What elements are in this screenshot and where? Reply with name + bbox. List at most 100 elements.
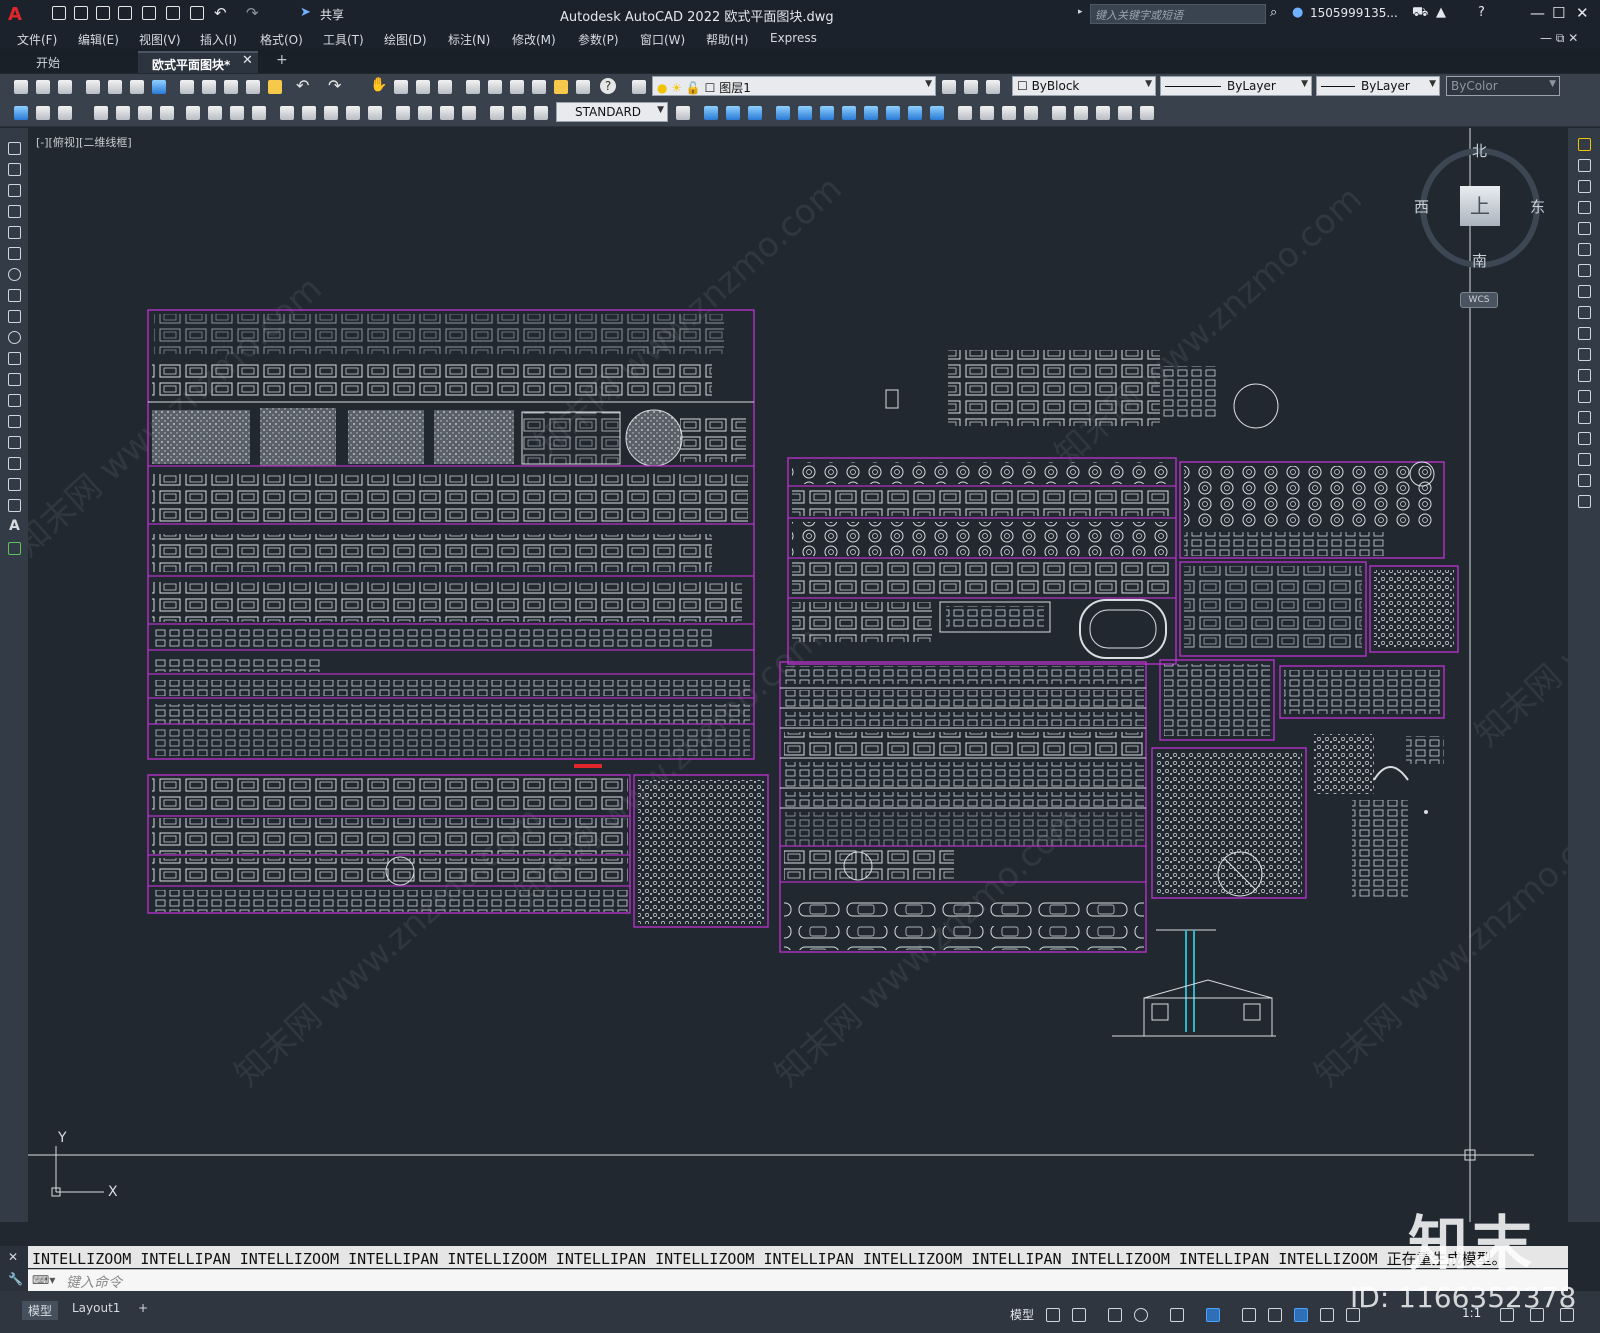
viewport-controls-label[interactable]: [-][俯视][二维线框] (36, 134, 132, 150)
help-icon[interactable]: ? (600, 78, 616, 94)
save-icon[interactable] (96, 6, 110, 20)
make-block-icon[interactable] (8, 394, 21, 407)
command-prompt-icon[interactable]: ⌨▾ (32, 1273, 55, 1287)
arc-icon[interactable] (8, 247, 21, 260)
zoom-realtime-icon[interactable] (394, 80, 408, 94)
layer-previous-icon[interactable] (964, 80, 978, 94)
workspace-icon[interactable] (14, 106, 28, 120)
autocad-logo-icon[interactable]: A (8, 4, 22, 25)
search-expand-icon[interactable]: ▸ (1078, 7, 1083, 17)
object-snap-icon[interactable] (1206, 1308, 1220, 1322)
dimension-style-dropdown[interactable]: STANDARD ▼ (556, 102, 668, 122)
share-button[interactable]: 共享 (320, 6, 344, 23)
dimension-break-icon[interactable] (368, 106, 382, 120)
new-icon[interactable] (14, 80, 28, 94)
explode-icon[interactable] (1578, 495, 1591, 508)
linetype-dropdown[interactable]: ByLayer ▼ (1160, 76, 1312, 96)
dimension-edit-icon[interactable] (490, 106, 504, 120)
isometric-icon[interactable] (1170, 1308, 1184, 1322)
wcs-menu[interactable]: WCS (1460, 292, 1498, 308)
menu-express[interactable]: Express (770, 31, 817, 45)
appliance-block-group[interactable] (779, 661, 1147, 953)
hatch-icon[interactable] (8, 436, 21, 449)
close-icon[interactable]: ✕ (8, 1250, 18, 1264)
block-editor-icon[interactable] (268, 80, 282, 94)
copy-icon[interactable] (202, 80, 216, 94)
user-icon[interactable]: ● (1292, 5, 1303, 20)
doc-window-controls[interactable]: — ⧉ ✕ (1540, 31, 1578, 46)
cart-icon[interactable]: ⛟ (1412, 5, 1428, 22)
point-icon[interactable] (8, 415, 21, 428)
layer-dropdown[interactable]: ● ☀ 🔓 ☐ 图层1 ▼ (652, 76, 936, 96)
sheet-set-icon[interactable] (532, 80, 546, 94)
publish-icon[interactable] (130, 80, 144, 94)
rotate-icon[interactable] (1578, 264, 1591, 277)
stretch-icon[interactable] (1578, 306, 1591, 319)
model-space-toggle[interactable]: 模型 (1010, 1306, 1034, 1323)
menu-dimension[interactable]: 标注(N) (448, 31, 490, 48)
properties-icon[interactable] (466, 80, 480, 94)
revision-cloud-icon[interactable] (8, 289, 21, 302)
polygon-icon[interactable] (8, 205, 21, 218)
extend-icon[interactable] (908, 106, 922, 120)
compass-west[interactable]: 西 (1414, 196, 1429, 217)
xref-icon[interactable] (1118, 106, 1132, 120)
undo-icon[interactable]: ↶ (296, 76, 309, 95)
scale-icon[interactable] (1578, 285, 1591, 298)
plot-icon[interactable] (190, 6, 204, 20)
add-selected-icon[interactable] (8, 542, 21, 555)
dimension-update-icon[interactable] (534, 106, 548, 120)
close-button[interactable]: ✕ (1576, 4, 1589, 22)
offset-icon[interactable] (776, 106, 790, 120)
pan-icon[interactable]: ✋ (370, 77, 387, 93)
array-icon[interactable] (1578, 222, 1591, 235)
line-icon[interactable] (8, 142, 21, 155)
menu-parametric[interactable]: 参数(P) (578, 31, 619, 48)
extend-icon[interactable] (1578, 348, 1591, 361)
minimize-button[interactable]: — (1530, 4, 1545, 22)
linear-dimension-icon[interactable] (94, 106, 108, 120)
copy-object-icon[interactable] (726, 106, 740, 120)
quickcalc-icon[interactable] (576, 80, 590, 94)
viewcube-top-face[interactable]: 上 (1460, 186, 1500, 226)
fillet-icon[interactable] (1578, 453, 1591, 466)
join-icon[interactable] (1578, 411, 1591, 424)
drawing-canvas[interactable]: 知末网 www.znzmo.com 知末网 www.znzmo.com 知末网 … (28, 128, 1568, 1222)
erase-icon[interactable] (1578, 138, 1591, 151)
compass-south[interactable]: 南 (1472, 250, 1487, 271)
kitchen-block-group[interactable] (1151, 659, 1445, 899)
bed-block-group[interactable] (147, 774, 769, 928)
tool-palettes-icon[interactable] (510, 80, 524, 94)
jogged-dimension-icon[interactable] (208, 106, 222, 120)
jogged-linear-icon[interactable] (462, 106, 476, 120)
region-icon[interactable] (8, 478, 21, 491)
menu-file[interactable]: 文件(F) (17, 31, 57, 48)
center-mark-icon[interactable] (418, 106, 432, 120)
paste-icon[interactable] (224, 80, 238, 94)
diameter-dimension-icon[interactable] (230, 106, 244, 120)
command-input[interactable]: ⌨▾ (28, 1269, 1568, 1291)
make-current-layer-icon[interactable] (942, 80, 956, 94)
markup-icon[interactable] (554, 80, 568, 94)
lineweight-dropdown[interactable]: ByLayer ▼ (1316, 76, 1440, 96)
3d-print-icon[interactable] (152, 80, 166, 94)
multiline-text-icon[interactable]: A (9, 518, 20, 534)
menu-tools[interactable]: 工具(T) (323, 31, 364, 48)
redo-icon[interactable]: ↷ (328, 76, 341, 95)
wrench-icon[interactable]: 🔧 (8, 1272, 23, 1286)
table-icon[interactable] (8, 499, 21, 512)
plot-preview-icon[interactable] (108, 80, 122, 94)
design-center-icon[interactable] (488, 80, 502, 94)
scale-icon[interactable] (842, 106, 856, 120)
save-icon[interactable] (58, 80, 72, 94)
join-icon[interactable] (1024, 106, 1038, 120)
user-account[interactable]: 1505999135... (1310, 6, 1398, 20)
baseline-dimension-icon[interactable] (302, 106, 316, 120)
auto-scale-icon[interactable] (1320, 1308, 1334, 1322)
dining-block-group[interactable] (787, 457, 1177, 665)
continue-dimension-icon[interactable] (324, 106, 338, 120)
zoom-window-icon[interactable] (416, 80, 430, 94)
array-icon[interactable] (798, 106, 812, 120)
autodesk-app-icon[interactable]: ▲ (1436, 5, 1446, 20)
dimension-space-icon[interactable] (346, 106, 360, 120)
